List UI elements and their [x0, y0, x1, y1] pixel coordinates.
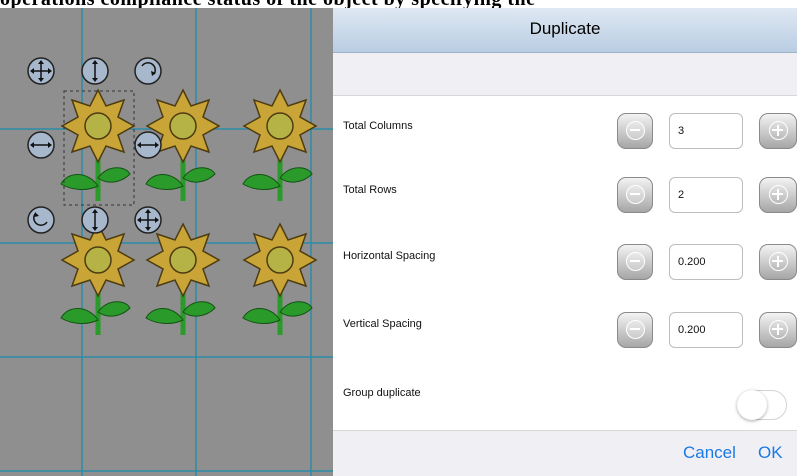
row-vertical-spacing: Vertical Spacing 0.200 [333, 296, 797, 362]
flower-5[interactable] [146, 224, 219, 335]
decrement-button[interactable] [617, 177, 653, 213]
row-label: Total Rows [343, 184, 397, 196]
rotate-icon[interactable] [134, 57, 162, 85]
row-group-duplicate: Group duplicate [333, 362, 797, 428]
row-label: Horizontal Spacing [343, 250, 436, 262]
group-duplicate-toggle[interactable] [737, 390, 787, 420]
decrement-button[interactable] [617, 113, 653, 149]
horizontal-resize-icon[interactable] [27, 131, 55, 159]
flower-3[interactable] [243, 90, 316, 201]
row-total-rows: Total Rows 2 [333, 162, 797, 228]
increment-button[interactable] [759, 312, 797, 348]
ok-button[interactable]: OK [758, 443, 783, 463]
horizontal-spacing-field[interactable]: 0.200 [669, 244, 743, 280]
top-caption-text: operations compliance status of the obje… [0, 0, 536, 8]
flower-4[interactable] [61, 224, 134, 335]
rotate-icon[interactable] [27, 206, 55, 234]
toggle-knob [737, 390, 767, 420]
total-rows-field[interactable]: 2 [669, 177, 743, 213]
decrement-button[interactable] [617, 244, 653, 280]
decrement-button[interactable] [617, 312, 653, 348]
settings-list: Total Columns 3 Total Rows 2 Horizontal … [333, 95, 797, 431]
canvas-drawing [0, 8, 333, 476]
flower-1[interactable] [61, 90, 134, 201]
vertical-resize-icon[interactable] [81, 57, 109, 85]
vertical-resize-icon[interactable] [81, 206, 109, 234]
move-icon[interactable] [27, 57, 55, 85]
dialog-title-bar: Duplicate [333, 8, 797, 53]
total-columns-field[interactable]: 3 [669, 113, 743, 149]
cancel-button[interactable]: Cancel [683, 443, 736, 463]
increment-button[interactable] [759, 244, 797, 280]
move-icon[interactable] [134, 206, 162, 234]
horizontal-resize-icon[interactable] [134, 131, 162, 159]
increment-button[interactable] [759, 113, 797, 149]
row-label: Vertical Spacing [343, 318, 422, 330]
duplicate-dialog: Duplicate Total Columns 3 Total Rows 2 H… [333, 8, 797, 476]
design-canvas[interactable] [0, 8, 333, 476]
row-horizontal-spacing: Horizontal Spacing 0.200 [333, 228, 797, 294]
dialog-footer: Cancel OK [333, 429, 797, 476]
row-label: Total Columns [343, 120, 413, 132]
vertical-spacing-field[interactable]: 0.200 [669, 312, 743, 348]
dialog-title: Duplicate [529, 19, 601, 38]
flower-6[interactable] [243, 224, 316, 335]
top-caption-strip: operations compliance status of the obje… [0, 0, 797, 8]
increment-button[interactable] [759, 177, 797, 213]
row-label: Group duplicate [343, 387, 421, 399]
row-total-columns: Total Columns 3 [333, 98, 797, 164]
